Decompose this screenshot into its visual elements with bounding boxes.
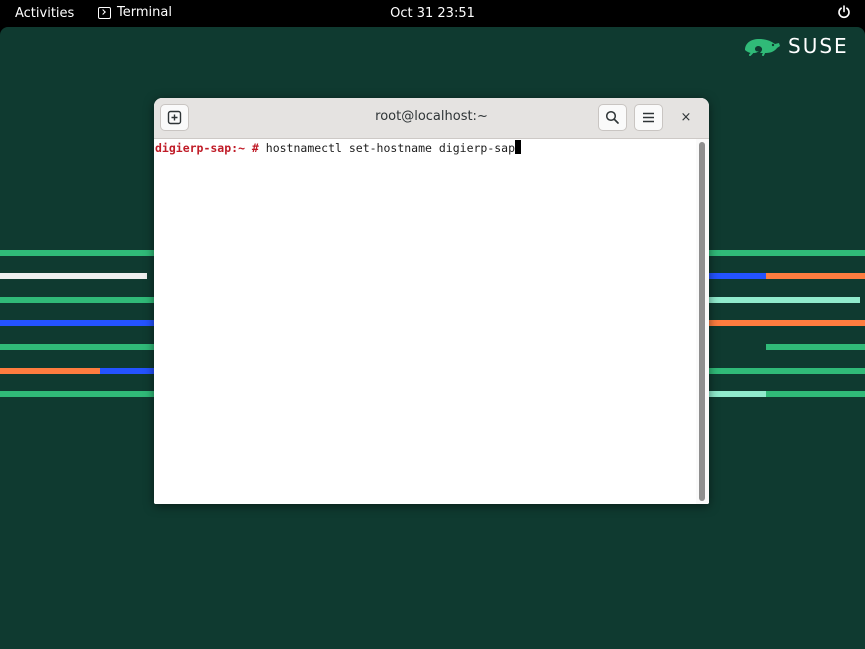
shell-prompt: digierp-sap:~ # xyxy=(155,141,259,155)
close-icon[interactable]: × xyxy=(678,109,694,125)
wallpaper-stripe xyxy=(709,320,865,326)
wallpaper-stripe xyxy=(0,273,147,279)
clock[interactable]: Oct 31 23:51 xyxy=(0,6,865,21)
wallpaper-stripe xyxy=(766,391,865,397)
terminal-output[interactable]: digierp-sap:~ # hostnamectl set-hostname… xyxy=(154,139,696,504)
wallpaper-stripe xyxy=(709,391,766,397)
top-bar: Activities Terminal Oct 31 23:51 xyxy=(0,0,865,27)
wallpaper-stripe xyxy=(0,297,154,303)
chameleon-icon xyxy=(745,39,780,56)
wallpaper-stripe xyxy=(0,368,100,374)
typed-command: hostnamectl set-hostname digierp-sap xyxy=(258,141,516,155)
hamburger-menu-icon xyxy=(643,112,654,123)
wallpaper-stripe xyxy=(0,344,154,350)
window-header-bar[interactable]: root@localhost:~ × xyxy=(154,98,709,139)
power-icon[interactable] xyxy=(837,5,851,19)
wallpaper-stripe xyxy=(709,297,860,303)
wallpaper-stripe xyxy=(100,368,154,374)
wallpaper-stripe xyxy=(0,250,154,256)
scrollbar-thumb[interactable] xyxy=(699,142,705,501)
wallpaper-stripe xyxy=(766,344,865,350)
terminal-line: digierp-sap:~ # hostnamectl set-hostname… xyxy=(155,140,522,155)
wallpaper-stripe xyxy=(709,368,865,374)
search-icon xyxy=(605,110,619,124)
wallpaper-stripe xyxy=(0,391,154,397)
scrollbar[interactable] xyxy=(696,139,709,504)
logo-wordmark: SUSE xyxy=(788,34,849,58)
suse-logo: SUSE xyxy=(742,34,849,58)
wallpaper-stripe xyxy=(766,273,865,279)
wallpaper-stripe xyxy=(709,250,865,256)
desktop-background: SUSE root@localhost:~ × digierp-sap:~ # … xyxy=(0,27,865,649)
search-button[interactable] xyxy=(598,104,627,131)
menu-button[interactable] xyxy=(634,104,663,131)
text-cursor xyxy=(515,140,522,154)
terminal-window[interactable]: root@localhost:~ × digierp-sap:~ # hostn… xyxy=(154,98,709,504)
wallpaper-stripe xyxy=(0,320,154,326)
wallpaper-stripe xyxy=(709,273,766,279)
